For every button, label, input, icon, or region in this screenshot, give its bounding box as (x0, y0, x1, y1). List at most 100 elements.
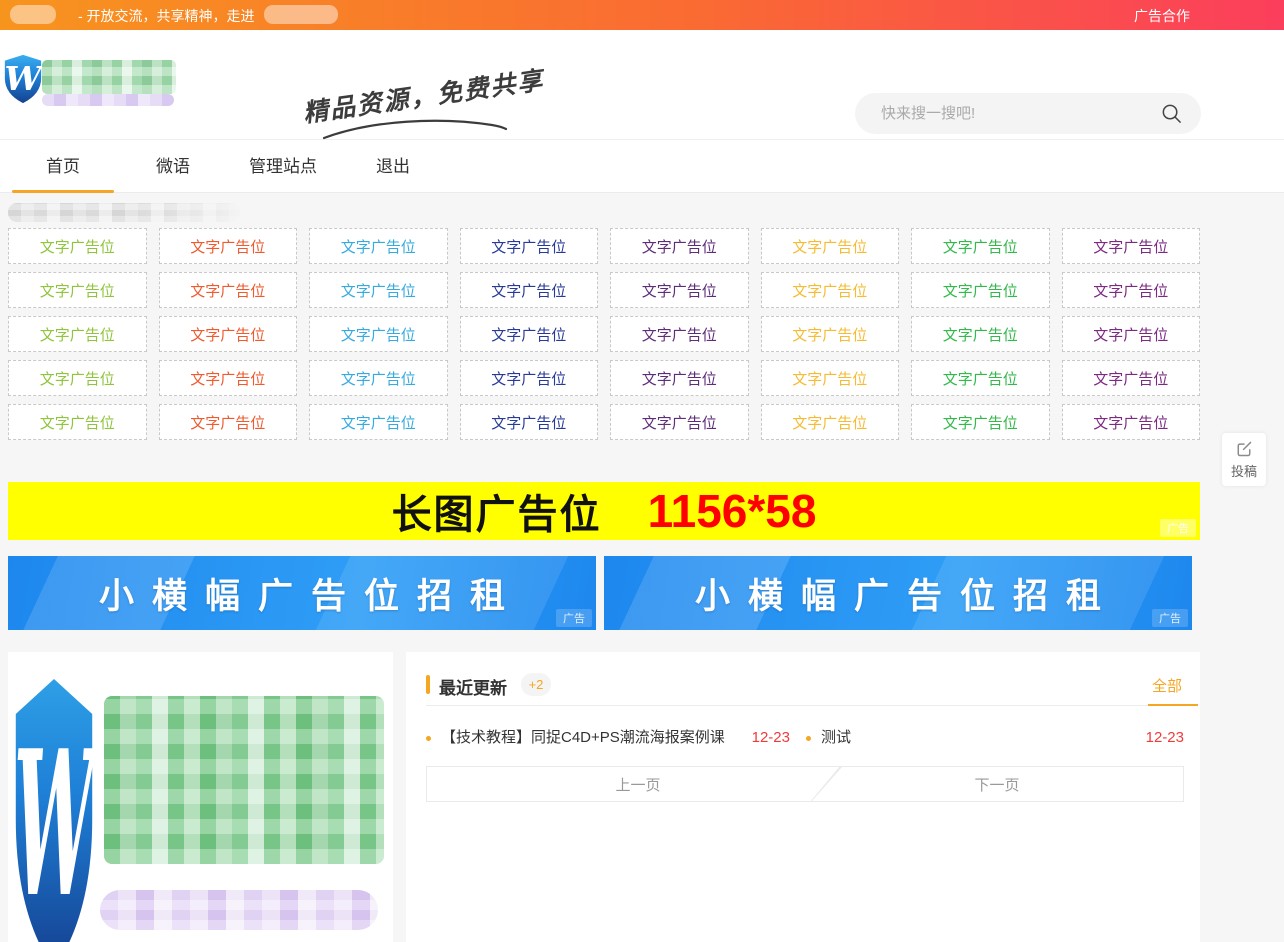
text-ad-cell[interactable]: 文字广告位 (761, 272, 900, 308)
text-ad-cell[interactable]: 文字广告位 (761, 228, 900, 264)
section-accent-bar (426, 675, 430, 694)
text-ad-cell[interactable]: 文字广告位 (460, 272, 599, 308)
article-item[interactable]: 测试 12-23 (806, 718, 1184, 758)
text-ad-cell[interactable]: 文字广告位 (159, 360, 298, 396)
topbar-blurred-patch (264, 5, 338, 24)
text-ad-cell[interactable]: 文字广告位 (911, 272, 1050, 308)
text-ad-cell[interactable]: 文字广告位 (460, 228, 599, 264)
page: - 开放交流，共享精神，走进 广告合作 W 精品资源，免费共享 (0, 0, 1284, 942)
search-box (855, 93, 1201, 134)
edit-square-icon (1235, 440, 1253, 458)
text-ad-cell[interactable]: 文字广告位 (309, 404, 448, 440)
main-nav: 首页微语管理站点退出 (8, 140, 448, 193)
small-ad-banner-right[interactable]: 小横幅广告位招租 广告 (604, 556, 1192, 630)
text-ad-cell[interactable]: 文字广告位 (159, 316, 298, 352)
submit-label: 投稿 (1231, 461, 1257, 480)
text-ad-cell[interactable]: 文字广告位 (8, 228, 147, 264)
slogan-underline-swoosh (320, 116, 510, 142)
recent-updates-card: 最近更新 +2 全部 【技术教程】同捉C4D+PS潮流海报案例课 12-23 测试 1… (406, 652, 1200, 942)
left-site-card: W (8, 652, 393, 942)
text-ad-cell[interactable]: 文字广告位 (8, 272, 147, 308)
text-ad-cell[interactable]: 文字广告位 (761, 404, 900, 440)
nav-item-微语[interactable]: 微语 (118, 140, 228, 193)
nav-item-管理站点[interactable]: 管理站点 (228, 140, 338, 193)
submit-post-button[interactable]: 投稿 (1222, 433, 1266, 486)
header: W 精品资源，免费共享 (0, 30, 1284, 140)
text-ad-cell[interactable]: 文字广告位 (911, 360, 1050, 396)
announcement-blurred-text (8, 203, 240, 222)
long-banner-title: 长图广告位 (392, 482, 602, 540)
ad-tag-badge: 广告 (556, 609, 592, 627)
text-ad-cell[interactable]: 文字广告位 (911, 316, 1050, 352)
recent-count-badge: +2 (521, 673, 551, 696)
main-nav-bar: 首页微语管理站点退出 (0, 140, 1284, 193)
small-ad-banner-left[interactable]: 小横幅广告位招租 广告 (8, 556, 596, 630)
text-ad-cell[interactable]: 文字广告位 (309, 228, 448, 264)
small-banner-text: 小横幅广告位招租 (81, 568, 523, 619)
text-ad-cell[interactable]: 文字广告位 (1062, 360, 1201, 396)
article-date: 12-23 (1146, 718, 1184, 758)
text-ad-cell[interactable]: 文字广告位 (159, 404, 298, 440)
search-input[interactable] (881, 93, 1151, 134)
text-ad-cell[interactable]: 文字广告位 (911, 228, 1050, 264)
text-ad-cell[interactable]: 文字广告位 (309, 316, 448, 352)
ad-cooperation-link[interactable]: 广告合作 (1134, 6, 1190, 26)
text-ad-cell[interactable]: 文字广告位 (8, 316, 147, 352)
text-ad-cell[interactable]: 文字广告位 (610, 228, 749, 264)
recent-title: 最近更新 (439, 674, 507, 699)
shield-logo-icon: W (4, 54, 42, 104)
article-item[interactable]: 【技术教程】同捉C4D+PS潮流海报案例课 12-23 (426, 718, 806, 758)
article-bullet (426, 736, 431, 741)
text-ad-cell[interactable]: 文字广告位 (610, 404, 749, 440)
article-date: 12-23 (752, 718, 790, 758)
text-ad-cell[interactable]: 文字广告位 (610, 360, 749, 396)
text-ad-grid: 文字广告位文字广告位文字广告位文字广告位文字广告位文字广告位文字广告位文字广告位… (8, 228, 1200, 440)
topbar: - 开放交流，共享精神，走进 广告合作 (0, 0, 1284, 30)
next-page-label: 下一页 (811, 767, 1183, 801)
article-title[interactable]: 【技术教程】同捉C4D+PS潮流海报案例课 (441, 718, 725, 758)
site-logo[interactable]: W (4, 54, 194, 114)
next-page-button[interactable]: 下一页 (810, 766, 1184, 802)
nav-item-退出[interactable]: 退出 (338, 140, 448, 193)
text-ad-cell[interactable]: 文字广告位 (159, 272, 298, 308)
text-ad-cell[interactable]: 文字广告位 (309, 360, 448, 396)
all-tab[interactable]: 全部 (1152, 675, 1182, 696)
prev-page-label: 上一页 (427, 767, 849, 801)
article-bullet (806, 736, 811, 741)
pagination: 上一页 下一页 (426, 766, 1184, 802)
text-ad-cell[interactable]: 文字广告位 (309, 272, 448, 308)
text-ad-cell[interactable]: 文字广告位 (761, 360, 900, 396)
text-ad-cell[interactable]: 文字广告位 (460, 360, 599, 396)
article-title[interactable]: 测试 (821, 718, 851, 758)
text-ad-cell[interactable]: 文字广告位 (8, 404, 147, 440)
small-banner-text: 小横幅广告位招租 (677, 568, 1119, 619)
text-ad-cell[interactable]: 文字广告位 (1062, 316, 1201, 352)
topbar-blurred-patch (10, 5, 56, 24)
site-tagline-blurred-image (100, 890, 378, 930)
divider (426, 705, 1184, 706)
text-ad-cell[interactable]: 文字广告位 (1062, 228, 1201, 264)
nav-item-首页[interactable]: 首页 (8, 140, 118, 193)
text-ad-cell[interactable]: 文字广告位 (1062, 404, 1201, 440)
text-ad-cell[interactable]: 文字广告位 (1062, 272, 1201, 308)
ad-tag-badge: 广告 (1152, 609, 1188, 627)
text-ad-cell[interactable]: 文字广告位 (8, 360, 147, 396)
text-ad-cell[interactable]: 文字广告位 (911, 404, 1050, 440)
site-shield-logo-icon: W (14, 674, 94, 942)
text-ad-cell[interactable]: 文字广告位 (610, 272, 749, 308)
topbar-announcement: - 开放交流，共享精神，走进 (78, 6, 255, 26)
long-ad-banner[interactable]: 长图广告位 1156*58 广告 (8, 482, 1200, 540)
recent-header: 最近更新 +2 全部 (426, 672, 1184, 698)
text-ad-cell[interactable]: 文字广告位 (610, 316, 749, 352)
svg-text:W: W (14, 707, 94, 942)
search-icon[interactable] (1160, 102, 1183, 125)
long-banner-size: 1156*58 (648, 484, 817, 538)
article-list: 【技术教程】同捉C4D+PS潮流海报案例课 12-23 测试 12-23 (426, 718, 1184, 758)
svg-text:W: W (5, 59, 42, 98)
text-ad-cell[interactable]: 文字广告位 (460, 316, 599, 352)
text-ad-cell[interactable]: 文字广告位 (460, 404, 599, 440)
prev-page-button[interactable]: 上一页 (426, 766, 850, 802)
text-ad-cell[interactable]: 文字广告位 (159, 228, 298, 264)
all-tab-underline (1148, 704, 1198, 706)
text-ad-cell[interactable]: 文字广告位 (761, 316, 900, 352)
